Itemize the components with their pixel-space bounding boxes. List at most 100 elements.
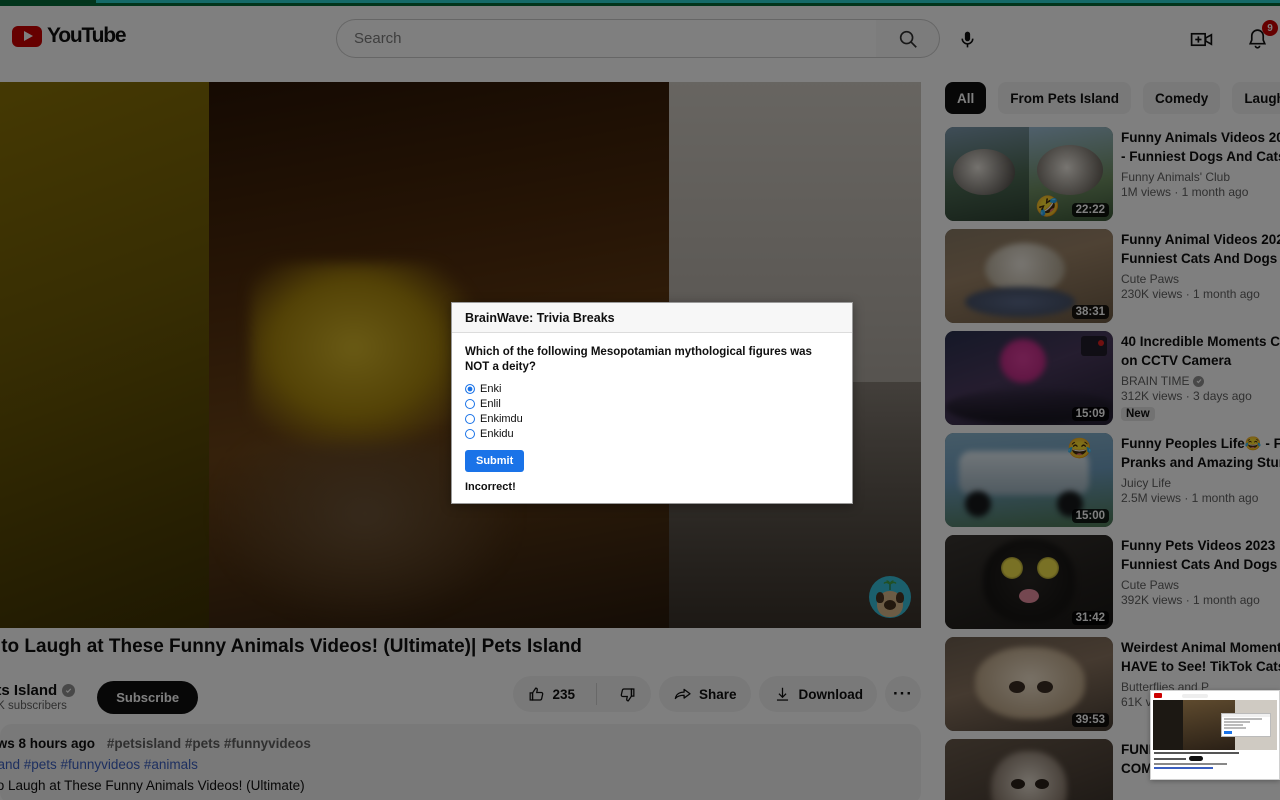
search-input[interactable]: Search xyxy=(336,19,876,58)
dialog-title: BrainWave: Trivia Breaks xyxy=(465,310,615,325)
emoji-overlay: 🤣 xyxy=(1035,196,1060,218)
page-load-progress-bar xyxy=(0,0,1280,6)
trivia-option-enki[interactable]: Enki xyxy=(465,383,839,395)
download-label: Download xyxy=(798,686,864,702)
video-channel[interactable]: Cute Paws xyxy=(1121,272,1280,286)
share-label: Share xyxy=(698,686,737,702)
video-thumbnail[interactable]: 31:42 xyxy=(945,535,1113,629)
video-channel[interactable]: Funny Animals' Club xyxy=(1121,170,1280,184)
list-item[interactable]: 🤣 22:22 Funny Animals Videos 20 - Funnie… xyxy=(945,127,1280,221)
radio-button[interactable] xyxy=(465,399,475,409)
channel-label: Juicy Life xyxy=(1121,476,1172,490)
notifications-button[interactable]: 9 xyxy=(1238,20,1278,58)
channel-block[interactable]: Pets Island 531K subscribers xyxy=(0,682,76,712)
video-thumbnail[interactable]: 15:09 xyxy=(945,331,1113,425)
pip-youtube-logo-icon xyxy=(1154,693,1162,698)
video-duration: 15:00 xyxy=(1071,509,1109,523)
player-frame-highlight xyxy=(250,262,480,452)
video-stats: 392K views · 1 month ago xyxy=(1121,593,1260,607)
video-channel[interactable]: Cute Paws xyxy=(1121,578,1280,592)
list-item[interactable]: 38:31 Funny Animal Videos 202 Funniest C… xyxy=(945,229,1280,323)
youtube-logo-text: YouTube xyxy=(47,24,127,47)
masthead-right-icons: 9 xyxy=(1182,20,1278,58)
video-title-line1: Funny Pets Videos 2023 xyxy=(1121,538,1276,553)
share-button[interactable]: Share xyxy=(658,676,751,712)
video-metadata: Funny Animal Videos 202 Funniest Cats An… xyxy=(1121,229,1280,323)
channel-label: Cute Paws xyxy=(1121,578,1180,592)
pip-video-info xyxy=(1151,750,1279,771)
video-duration: 31:42 xyxy=(1071,611,1109,625)
answer-feedback: Incorrect! xyxy=(465,481,516,493)
subscribe-button[interactable]: Subscribe xyxy=(97,680,199,714)
video-stats: 312K views · 3 days ago xyxy=(1121,389,1252,403)
option-label: Enkidu xyxy=(480,428,514,440)
dislike-button[interactable] xyxy=(604,676,651,712)
create-video-button[interactable] xyxy=(1182,20,1220,58)
radio-button[interactable] xyxy=(465,414,475,424)
filter-chip-laughter[interactable]: Laughter xyxy=(1232,82,1280,114)
download-icon xyxy=(776,687,788,701)
palm-tree-icon xyxy=(883,580,897,590)
thumbs-down-icon xyxy=(620,687,635,701)
pip-video-frame xyxy=(1153,700,1277,750)
pip-masthead xyxy=(1151,691,1279,700)
video-duration: 39:53 xyxy=(1071,713,1109,727)
radio-button-selected[interactable] xyxy=(465,384,475,394)
trivia-dialog[interactable]: BrainWave: Trivia Breaks Which of the fo… xyxy=(451,302,853,504)
video-thumbnail[interactable]: 39:53 xyxy=(945,637,1113,731)
new-badge: New xyxy=(1121,407,1155,421)
filter-chip-bar: All From Pets Island Comedy Laughter xyxy=(945,82,1280,114)
download-button[interactable]: Download xyxy=(758,676,877,712)
share-icon xyxy=(674,688,691,699)
voice-search-button[interactable] xyxy=(948,20,986,58)
filter-chip-from-channel[interactable]: From Pets Island xyxy=(998,82,1132,114)
trivia-option-enlil[interactable]: Enlil xyxy=(465,398,839,410)
channel-name-row[interactable]: Pets Island xyxy=(0,682,76,699)
like-button[interactable]: 235 xyxy=(513,676,589,712)
pip-subscribe-button xyxy=(1188,756,1203,761)
action-divider xyxy=(595,683,597,705)
create-video-icon xyxy=(1190,32,1212,46)
trivia-option-enkimdu[interactable]: Enkimdu xyxy=(465,413,839,425)
video-thumbnail[interactable]: 🤣 22:22 xyxy=(945,127,1113,221)
list-item[interactable]: 31:42 Funny Pets Videos 2023 Funniest Ca… xyxy=(945,535,1280,629)
load-progress-fill xyxy=(96,0,1280,3)
video-title-line2: Funniest Cats And Dogs V xyxy=(1121,251,1280,266)
video-title-line2: on CCTV Camera xyxy=(1121,353,1232,368)
verified-badge-icon xyxy=(1193,375,1205,387)
video-thumbnail[interactable]: 38:31 xyxy=(945,229,1113,323)
video-metadata: Funny Pets Videos 2023 Funniest Cats And… xyxy=(1121,535,1280,629)
channel-watermark-avatar[interactable] xyxy=(869,576,911,618)
channel-label: Funny Animals' Club xyxy=(1121,170,1231,184)
filter-chip-comedy[interactable]: Comedy xyxy=(1143,82,1221,114)
youtube-logo[interactable]: YouTube xyxy=(12,24,127,48)
pip-search-bar xyxy=(1182,693,1208,698)
video-channel[interactable]: Juicy Life xyxy=(1121,476,1280,490)
youtube-watch-page: YouTube Search 9 ot to Laugh at These Fu… xyxy=(0,0,1280,800)
video-metadata: 40 Incredible Moments C on CCTV Camera B… xyxy=(1121,331,1280,425)
video-channel[interactable]: BRAIN TIME xyxy=(1121,374,1280,388)
video-title-line1: Weirdest Animal Moment xyxy=(1121,640,1280,655)
trivia-option-enkidu[interactable]: Enkidu xyxy=(465,428,839,440)
radio-button[interactable] xyxy=(465,429,475,439)
list-item[interactable]: 😂 15:00 Funny Peoples Life😂 - F Pranks a… xyxy=(945,433,1280,527)
video-thumbnail[interactable] xyxy=(945,739,1113,800)
filter-chip-all[interactable]: All xyxy=(945,82,987,114)
option-label: Enlil xyxy=(480,398,501,410)
trivia-options: Enki Enlil Enkimdu Enkidu xyxy=(465,383,839,440)
search-button[interactable] xyxy=(876,19,940,58)
channel-name: Pets Island xyxy=(0,682,58,699)
more-actions-button[interactable]: ··· xyxy=(885,676,921,712)
video-description-box[interactable]: views 8 hours ago #petsisland #pets #fun… xyxy=(0,724,921,800)
picture-in-picture-window[interactable] xyxy=(1150,690,1280,780)
video-title: ot to Laugh at These Funny Animals Video… xyxy=(0,636,582,657)
description-views-date: views 8 hours ago xyxy=(0,736,96,751)
submit-button[interactable]: Submit xyxy=(465,450,525,472)
video-title-line1: Funny Animal Videos 202 xyxy=(1121,232,1280,247)
description-hashtag-links[interactable]: sisland #pets #funnyvideos #animals xyxy=(0,757,909,772)
video-title-line1: 40 Incredible Moments C xyxy=(1121,334,1280,349)
trivia-question: Which of the following Mesopotamian myth… xyxy=(465,346,812,373)
video-thumbnail[interactable]: 😂 15:00 xyxy=(945,433,1113,527)
video-metadata: Funny Peoples Life😂 - F Pranks and Amazi… xyxy=(1121,433,1280,527)
list-item[interactable]: 15:09 40 Incredible Moments C on CCTV Ca… xyxy=(945,331,1280,425)
